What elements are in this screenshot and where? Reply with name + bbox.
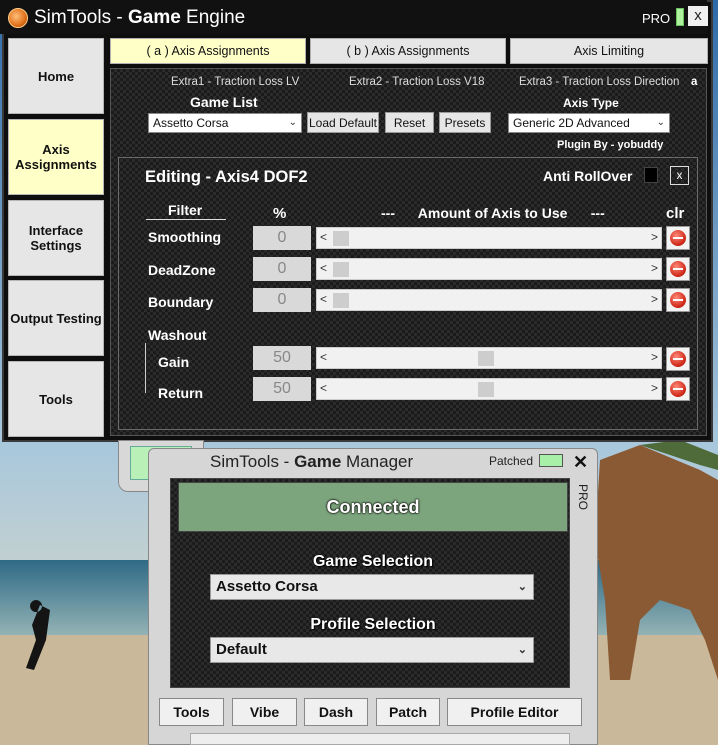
game-manager-title: SimTools - Game Manager — [210, 452, 414, 471]
smoothing-slider[interactable]: < > — [316, 227, 662, 249]
pro-indicator — [676, 8, 684, 26]
patch-button[interactable]: Patch — [376, 698, 440, 726]
patched-indicator — [539, 454, 563, 467]
chevron-left-icon[interactable]: < — [320, 350, 327, 364]
dash-button[interactable]: Dash — [304, 698, 368, 726]
anti-rollover-checkbox[interactable] — [644, 167, 658, 183]
chevron-left-icon[interactable]: < — [320, 292, 327, 306]
chevron-right-icon[interactable]: > — [651, 261, 658, 275]
deadzone-label: DeadZone — [148, 262, 216, 278]
nav-tools-button[interactable]: Tools — [8, 361, 104, 437]
nav-home-button[interactable]: Home — [8, 38, 104, 114]
plugin-by-label: Plugin By - yobuddy — [557, 139, 664, 151]
boundary-clear-button[interactable] — [666, 288, 690, 312]
game-list-select[interactable]: Assetto Corsa ⌄ — [148, 113, 302, 133]
tab-axis-limiting[interactable]: Axis Limiting — [510, 38, 708, 64]
extra1-label: Extra1 - Traction Loss LV — [171, 76, 300, 88]
tab-axis-assignments-a[interactable]: ( a ) Axis Assignments — [110, 38, 306, 64]
chevron-right-icon[interactable]: > — [651, 381, 658, 395]
vibe-button[interactable]: Vibe — [232, 698, 297, 726]
boundary-slider-thumb[interactable] — [333, 293, 349, 308]
return-slider[interactable]: < > — [316, 378, 662, 400]
chevron-left-icon[interactable]: < — [320, 230, 327, 244]
game-list-label: Game List — [190, 94, 258, 110]
load-default-button[interactable]: Load Default — [307, 112, 379, 133]
game-selection-label: Game Selection — [312, 553, 434, 570]
tools-button[interactable]: Tools — [159, 698, 224, 726]
simtools-logo-icon — [8, 8, 28, 28]
corner-label: a — [691, 76, 698, 88]
pro-label: PRO — [642, 11, 671, 26]
presets-button[interactable]: Presets — [439, 112, 491, 133]
chevron-down-icon: ⌄ — [517, 644, 527, 656]
boundary-value[interactable]: 0 — [253, 288, 311, 312]
return-label: Return — [158, 385, 204, 401]
nav-output-testing-button[interactable]: Output Testing — [8, 280, 104, 356]
game-engine-title: SimTools - Game Engine — [34, 7, 246, 28]
washout-bracket — [145, 343, 151, 393]
gain-clear-button[interactable] — [666, 347, 690, 371]
chevron-right-icon[interactable]: > — [651, 350, 658, 364]
anti-rollover-label: Anti RollOver — [543, 168, 633, 184]
connection-status: Connected — [178, 482, 568, 532]
close-button[interactable]: x — [688, 6, 708, 26]
filter-header: Filter — [168, 202, 203, 218]
gain-label: Gain — [158, 354, 190, 370]
chevron-down-icon: ⌄ — [517, 581, 527, 593]
game-manager-close-button[interactable]: ✕ — [573, 452, 588, 473]
chevron-down-icon: ⌄ — [288, 117, 297, 128]
return-slider-thumb[interactable] — [478, 382, 495, 397]
clear-icon — [670, 261, 686, 277]
profile-selection-select[interactable]: Default ⌄ — [210, 637, 534, 663]
reset-button[interactable]: Reset — [385, 112, 434, 133]
chevron-left-icon[interactable]: < — [320, 381, 327, 395]
editor-close-button[interactable]: x — [670, 166, 689, 185]
extra2-label: Extra2 - Traction Loss V18 — [349, 76, 485, 88]
smoothing-label: Smoothing — [148, 229, 222, 245]
smoothing-clear-button[interactable] — [666, 226, 690, 250]
editor-title: Editing - Axis4 DOF2 — [145, 168, 308, 186]
extra3-label: Extra3 - Traction Loss Direction — [519, 76, 680, 88]
chevron-down-icon: ⌄ — [656, 117, 665, 128]
axis-type-select[interactable]: Generic 2D Advanced ⌄ — [508, 113, 670, 133]
chevron-left-icon[interactable]: < — [320, 261, 327, 275]
deadzone-clear-button[interactable] — [666, 257, 690, 281]
deadzone-slider[interactable]: < > — [316, 258, 662, 280]
gain-slider[interactable]: < > — [316, 347, 662, 369]
patched-label: Patched — [489, 454, 534, 468]
gain-slider-thumb[interactable] — [478, 351, 495, 366]
clear-icon — [670, 292, 686, 308]
clear-icon — [670, 351, 686, 367]
chevron-right-icon[interactable]: > — [651, 230, 658, 244]
gain-value[interactable]: 50 — [253, 346, 311, 370]
nav-axis-assignments-button[interactable]: Axis Assignments — [8, 119, 104, 195]
return-clear-button[interactable] — [666, 377, 690, 401]
deadzone-value[interactable]: 0 — [253, 257, 311, 281]
clr-header: clr — [666, 205, 685, 222]
profile-editor-button[interactable]: Profile Editor — [447, 698, 582, 726]
boundary-slider[interactable]: < > — [316, 289, 662, 311]
smoothing-value[interactable]: 0 — [253, 226, 311, 250]
boundary-label: Boundary — [148, 294, 214, 310]
filter-underline — [146, 219, 226, 220]
amount-header: --- Amount of Axis to Use --- — [381, 205, 605, 221]
gm-pro-label: PRO — [576, 484, 590, 511]
clear-icon — [670, 230, 686, 246]
percent-header: % — [273, 205, 287, 222]
game-selection-select[interactable]: Assetto Corsa ⌄ — [210, 574, 534, 600]
nav-interface-settings-button[interactable]: Interface Settings — [8, 200, 104, 276]
clear-icon — [670, 381, 686, 397]
deadzone-slider-thumb[interactable] — [333, 262, 349, 277]
axis-type-label: Axis Type — [563, 96, 619, 110]
smoothing-slider-thumb[interactable] — [333, 231, 349, 246]
game-manager-footer — [190, 733, 570, 745]
return-value[interactable]: 50 — [253, 377, 311, 401]
tab-axis-assignments-b[interactable]: ( b ) Axis Assignments — [310, 38, 506, 64]
washout-label: Washout — [148, 327, 207, 343]
profile-selection-label: Profile Selection — [310, 616, 436, 633]
chevron-right-icon[interactable]: > — [651, 292, 658, 306]
